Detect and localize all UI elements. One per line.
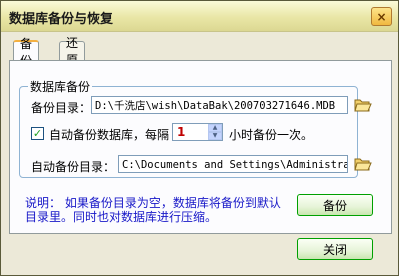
auto-backup-dir-field[interactable]: C:\Documents and Settings\Administrator — [118, 155, 348, 173]
stepper-down-icon[interactable]: ▼ — [208, 132, 222, 140]
close-button[interactable]: 关闭 — [297, 238, 373, 260]
auto-backup-dir-label: 自动备份目录： — [31, 160, 116, 174]
backup-button[interactable]: 备份 — [297, 194, 373, 216]
close-icon: × — [376, 9, 387, 24]
checkmark-icon: ✓ — [32, 127, 43, 140]
stepper-up-icon[interactable]: ▲ — [208, 124, 222, 132]
interval-value: 1 — [177, 125, 186, 139]
folder-open-icon[interactable] — [354, 97, 372, 113]
help-note: 说明： 如果备份目录为空，数据库将备份到默认目录里。同时也对数据库进行压缩。 — [25, 196, 281, 224]
backup-dir-field[interactable]: D:\千洗店\wish\DataBak\200703271646.MDB — [91, 96, 348, 114]
backup-dir-label: 备份目录： — [31, 101, 92, 115]
auto-backup-checkbox[interactable]: ✓ — [31, 127, 44, 140]
tab-restore[interactable]: 还原 — [59, 36, 86, 67]
window-close-button[interactable]: × — [371, 7, 392, 26]
folder-open-icon[interactable] — [354, 156, 372, 172]
title-bar[interactable]: 数据库备份与恢复 × — [1, 1, 398, 32]
interval-suffix-label: 小时备份一次。 — [229, 128, 314, 142]
stepper-buttons: ▲ ▼ — [208, 124, 222, 140]
tab-backup[interactable]: 备份 — [13, 37, 40, 68]
interval-stepper[interactable]: 1 ▲ ▼ — [172, 123, 223, 141]
auto-backup-label: 自动备份数据库，每隔 — [49, 128, 170, 142]
window-title: 数据库备份与恢复 — [9, 12, 114, 27]
groupbox-title: 数据库备份 — [30, 80, 91, 94]
backup-restore-window: 数据库备份与恢复 × 备份 还原 数据库备份 备份目录： D:\千洗店\wish… — [0, 0, 399, 276]
